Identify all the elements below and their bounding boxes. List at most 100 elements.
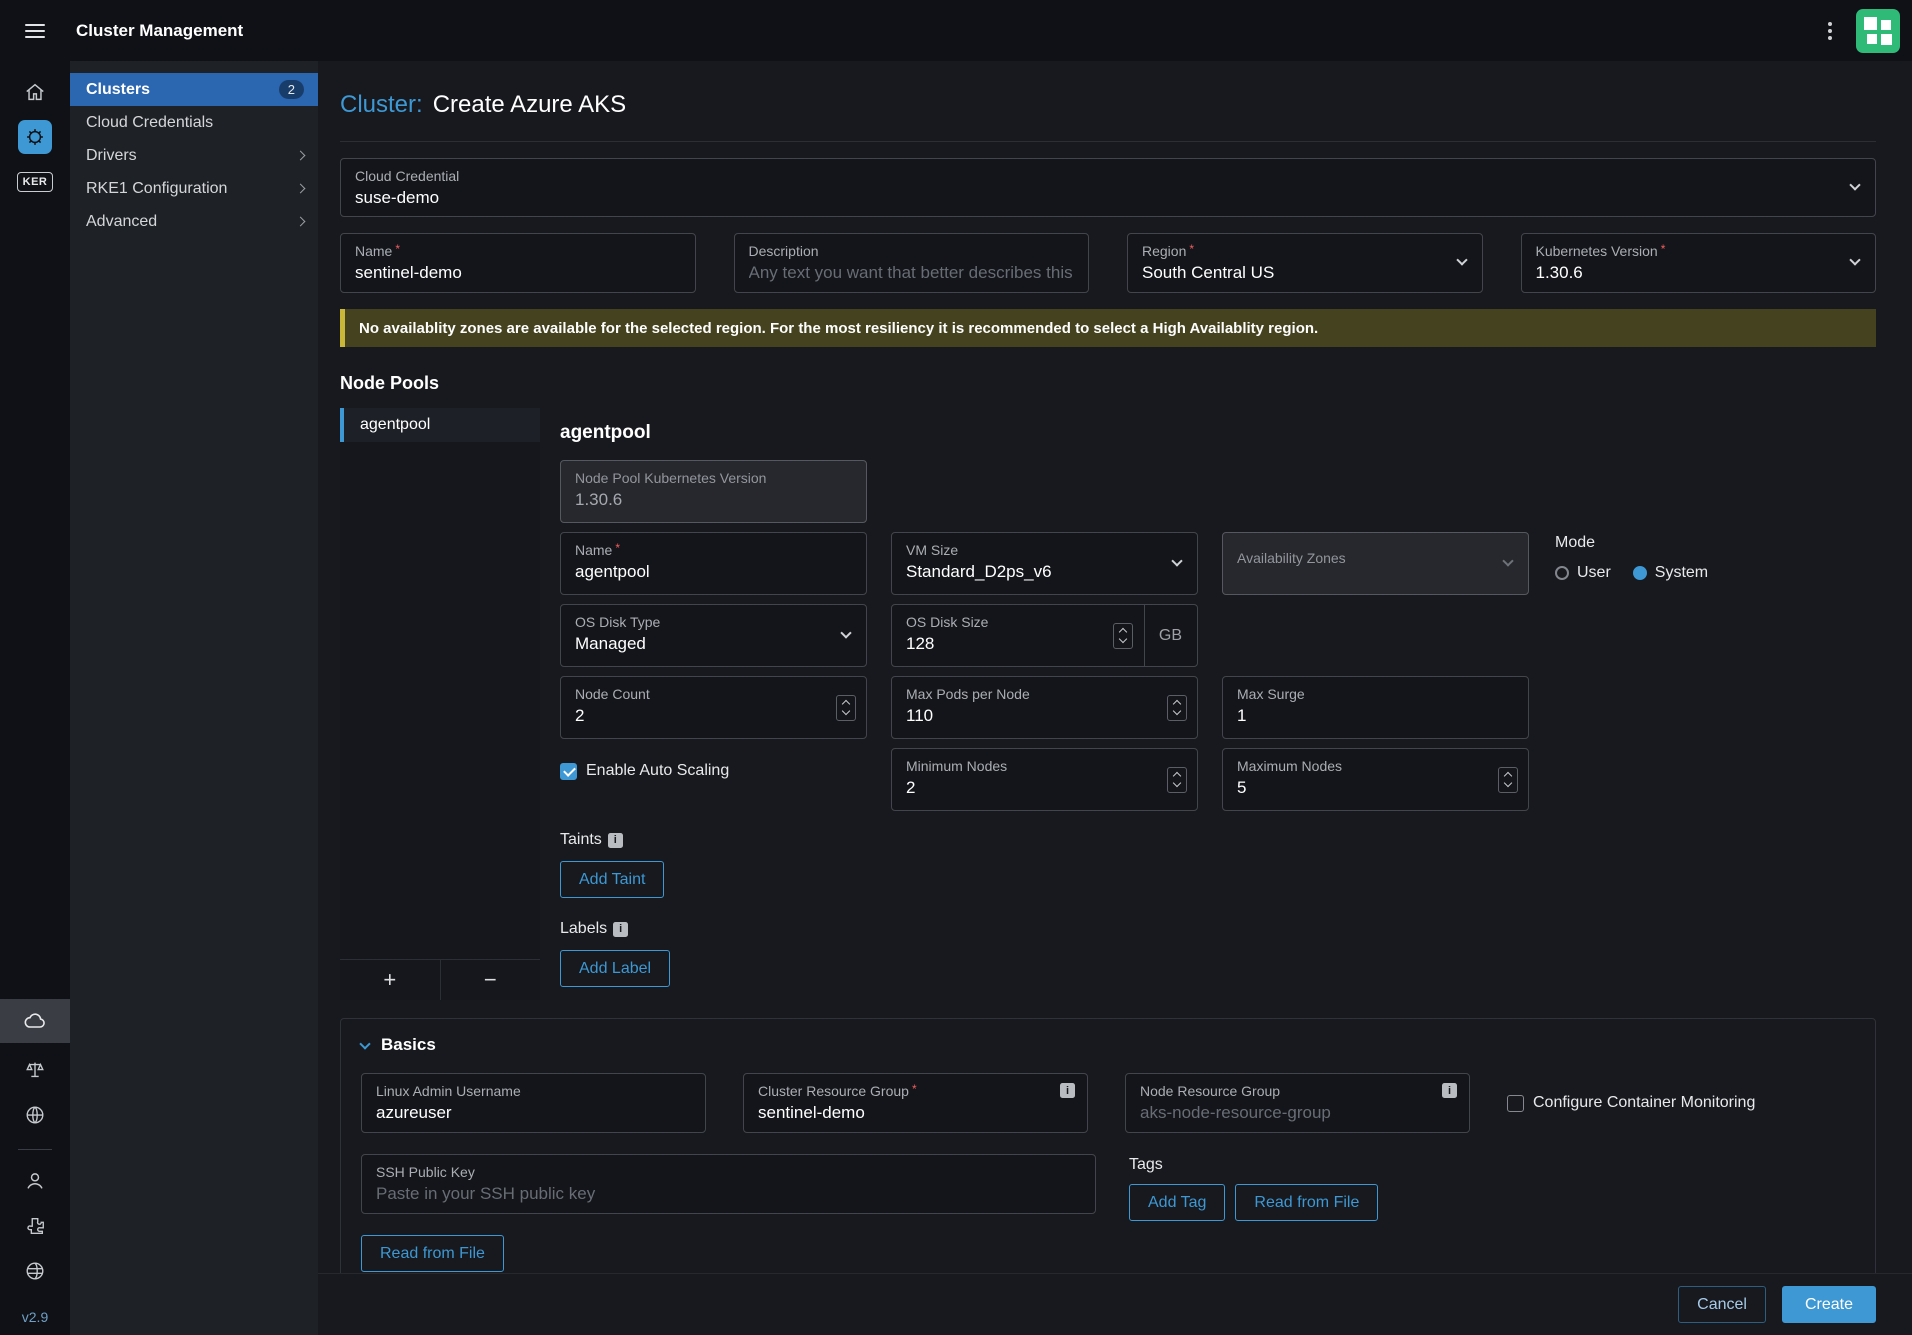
cluster-resource-group-field[interactable]: Cluster Resource Group (743, 1073, 1088, 1133)
description-input[interactable] (749, 263, 1075, 283)
sidebar-item-clusters[interactable]: Clusters 2 (70, 73, 318, 106)
radio-selected-icon (1633, 566, 1647, 580)
mode-system-radio[interactable]: System (1633, 564, 1708, 582)
node-resource-group-input[interactable] (1140, 1103, 1455, 1123)
number-stepper[interactable] (1167, 695, 1187, 721)
active-cluster-cloud-icon[interactable] (0, 999, 70, 1043)
os-disk-size-input[interactable] (906, 634, 1056, 654)
number-stepper[interactable] (1113, 623, 1133, 649)
field-label: Node Count (575, 686, 852, 702)
cluster-management-app-highlight (18, 120, 52, 154)
minimum-nodes-field[interactable]: Minimum Nodes (891, 748, 1198, 811)
node-count-input[interactable] (575, 706, 795, 726)
version-label[interactable]: v2.9 (22, 1309, 48, 1325)
user-icon[interactable] (0, 1166, 70, 1196)
maximum-nodes-field[interactable]: Maximum Nodes (1222, 748, 1529, 811)
sidebar-item-rke1-configuration[interactable]: RKE1 Configuration (70, 172, 318, 205)
field-label: Linux Admin Username (376, 1083, 691, 1099)
clusters-count-badge: 2 (279, 80, 304, 99)
cloud-credential-select[interactable]: Cloud Credential suse-demo (340, 158, 1876, 217)
ssh-public-key-field[interactable]: SSH Public Key (361, 1154, 1096, 1214)
info-icon[interactable] (1442, 1083, 1457, 1098)
minimum-nodes-input[interactable] (906, 778, 1126, 798)
sidebar-item-cloud-credentials[interactable]: Cloud Credentials (70, 106, 318, 139)
linux-admin-username-input[interactable] (376, 1103, 691, 1123)
checkbox-checked-icon (560, 763, 577, 780)
kubernetes-version-select[interactable]: Kubernetes Version 1.30.6 (1521, 233, 1877, 293)
create-button[interactable]: Create (1782, 1286, 1876, 1323)
ssh-read-from-file-button[interactable]: Read from File (361, 1235, 504, 1272)
info-icon[interactable] (613, 922, 628, 937)
pool-kubernetes-version-field: Node Pool Kubernetes Version 1.30.6 (560, 460, 867, 523)
home-icon[interactable] (0, 77, 70, 107)
max-surge-input[interactable] (1237, 706, 1514, 726)
add-label-button[interactable]: Add Label (560, 950, 670, 987)
ker-cluster-badge[interactable]: KER (0, 167, 70, 197)
configure-container-monitoring-checkbox[interactable]: Configure Container Monitoring (1507, 1094, 1755, 1112)
linux-admin-username-field[interactable]: Linux Admin Username (361, 1073, 706, 1133)
extensions-puzzle-icon[interactable] (0, 1211, 70, 1241)
brand-logo[interactable] (1856, 9, 1900, 53)
region-value: South Central US (1142, 263, 1468, 283)
add-tag-button[interactable]: Add Tag (1129, 1184, 1225, 1221)
vm-size-select[interactable]: VM Size Standard_D2ps_v6 (891, 532, 1198, 595)
number-stepper[interactable] (836, 695, 856, 721)
scales-icon[interactable] (0, 1055, 70, 1085)
pool-row-4: Enable Auto Scaling Minimum Nodes Maximu… (560, 748, 1876, 811)
taints-label: Taints (560, 831, 1876, 849)
globe-meridian-icon[interactable] (0, 1100, 70, 1130)
field-label: Description (749, 243, 1075, 259)
remove-node-pool-button[interactable]: − (440, 960, 541, 1000)
maximum-nodes-input[interactable] (1237, 778, 1457, 798)
ssh-public-key-input[interactable] (376, 1184, 1081, 1204)
info-icon[interactable] (1060, 1083, 1075, 1098)
info-icon[interactable] (608, 833, 623, 848)
max-pods-field[interactable]: Max Pods per Node (891, 676, 1198, 739)
os-disk-type-select[interactable]: OS Disk Type Managed (560, 604, 867, 667)
field-label: Node Resource Group (1140, 1083, 1455, 1099)
kebab-menu-icon[interactable] (1822, 16, 1838, 46)
availability-zones-select: Availability Zones (1222, 532, 1529, 595)
sidebar-item-advanced[interactable]: Advanced (70, 205, 318, 238)
checkbox-unchecked-icon (1507, 1095, 1524, 1112)
cluster-name-input[interactable] (355, 263, 681, 283)
add-node-pool-button[interactable]: + (340, 960, 440, 1000)
sidebar-item-label: Cloud Credentials (86, 114, 213, 132)
max-surge-field[interactable]: Max Surge (1222, 676, 1529, 739)
add-taint-button[interactable]: Add Taint (560, 861, 664, 898)
sidebar-item-label: Clusters (86, 81, 150, 99)
field-label: Maximum Nodes (1237, 758, 1514, 774)
globe-icon[interactable] (0, 1256, 70, 1286)
field-label: Cluster Resource Group (758, 1083, 1073, 1099)
number-stepper[interactable] (1167, 767, 1187, 793)
mode-user-radio[interactable]: User (1555, 564, 1611, 582)
node-resource-group-field[interactable]: Node Resource Group (1125, 1073, 1470, 1133)
chevron-right-icon (296, 151, 306, 161)
description-field[interactable]: Description (734, 233, 1090, 293)
region-select[interactable]: Region South Central US (1127, 233, 1483, 293)
chevron-right-icon (296, 184, 306, 194)
pool-row-3: Node Count Max Pods per Node Max Surge (560, 676, 1876, 739)
node-pool-tab-agentpool[interactable]: agentpool (340, 408, 540, 442)
number-stepper[interactable] (1498, 767, 1518, 793)
hamburger-menu-icon[interactable] (19, 18, 51, 44)
pool-name-input[interactable] (575, 562, 852, 582)
tags-read-from-file-button[interactable]: Read from File (1235, 1184, 1378, 1221)
rail-divider (18, 1149, 52, 1150)
field-label: OS Disk Size (906, 614, 1183, 630)
cluster-name-field[interactable]: Name (340, 233, 696, 293)
unit-divider (1144, 605, 1145, 666)
os-disk-size-field[interactable]: OS Disk Size GB (891, 604, 1198, 667)
node-count-field[interactable]: Node Count (560, 676, 867, 739)
basics-row-2: SSH Public Key Tags Add Tag Read from Fi… (361, 1154, 1855, 1221)
enable-auto-scaling-checkbox[interactable]: Enable Auto Scaling (560, 762, 729, 780)
cancel-button[interactable]: Cancel (1678, 1286, 1766, 1323)
pool-name-field[interactable]: Name (560, 532, 867, 595)
basics-accordion-header[interactable]: Basics (361, 1035, 1855, 1055)
sidebar-item-drivers[interactable]: Drivers (70, 139, 318, 172)
chevron-right-icon (296, 217, 306, 227)
cluster-management-app-icon[interactable] (0, 122, 70, 152)
cluster-resource-group-input[interactable] (758, 1103, 1073, 1123)
warning-text: No availablity zones are available for t… (359, 320, 1318, 337)
max-pods-input[interactable] (906, 706, 1126, 726)
